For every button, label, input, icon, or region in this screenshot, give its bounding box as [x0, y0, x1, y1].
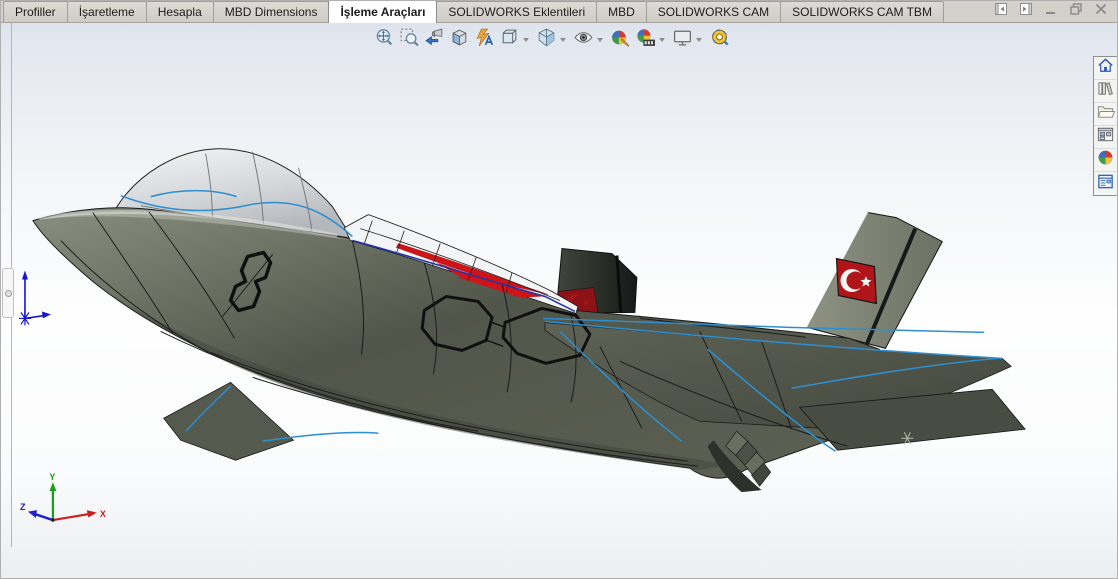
command-tabs: Profiller İşaretleme Hesapla MBD Dimensions… [1, 1, 944, 23]
dynamic-annotation-views-icon [474, 27, 495, 53]
tab-solidworks-cam-tbm[interactable]: SOLIDWORKS CAM TBM [780, 1, 944, 22]
solidworks-resources-tab[interactable] [1094, 57, 1116, 80]
display-style-dropdown-arrow-icon[interactable] [560, 37, 566, 42]
file-explorer-tab[interactable] [1094, 103, 1116, 126]
design-library-icon [1096, 79, 1115, 103]
graphics-area[interactable]: Y X Z [1, 1, 1117, 578]
view-palette-tab[interactable] [1094, 126, 1116, 149]
tab-profiller[interactable]: Profiller [3, 1, 68, 22]
restore-icon [1069, 2, 1083, 21]
panel-collapse-grabber[interactable] [2, 268, 14, 318]
tab-isleme-araclar[interactable]: İşleme Araçları [328, 1, 438, 23]
tab-mbd-dimensions[interactable]: MBD Dimensions [212, 1, 330, 22]
measure-icon [709, 27, 730, 53]
jet-model[interactable] [32, 148, 1026, 493]
hide-show-items-icon [573, 27, 594, 53]
view-settings-dropdown-arrow-icon[interactable] [696, 37, 702, 42]
hide-show-items-dropdown-arrow-icon[interactable] [597, 37, 603, 42]
apply-scene-button[interactable] [633, 26, 658, 53]
tab-solidworks-cam[interactable]: SOLIDWORKS CAM [645, 1, 782, 22]
view-orientation-dropdown-arrow-icon[interactable] [523, 37, 529, 42]
tab-isaretleme[interactable]: İşaretleme [66, 1, 147, 22]
close-icon [1094, 2, 1108, 21]
heads-up-view-toolbar [372, 26, 732, 53]
axis-label-z: Z [20, 502, 26, 512]
appearances-scenes-icon [1096, 148, 1115, 172]
zoom-to-area-button[interactable] [397, 26, 422, 53]
turkish-flag-decal [835, 257, 878, 305]
view-settings-icon [672, 27, 693, 53]
zoom-to-fit-icon [374, 27, 395, 53]
view-orientation-button[interactable] [497, 26, 522, 53]
dynamic-annotation-views-button[interactable] [472, 26, 497, 53]
axis-label-x: X [100, 509, 106, 519]
zoom-to-area-icon [399, 27, 420, 53]
next-pane-button[interactable] [1018, 2, 1034, 21]
edit-appearance-icon [610, 27, 631, 53]
tab-solidworks-eklentileri[interactable]: SOLIDWORKS Eklentileri [436, 1, 598, 22]
task-pane-strip [1093, 56, 1117, 196]
hide-show-items-button[interactable] [571, 26, 596, 53]
previous-view-button[interactable] [422, 26, 447, 53]
design-library-tab[interactable] [1094, 80, 1116, 103]
tab-hesapla[interactable]: Hesapla [145, 1, 214, 22]
tab-mbd[interactable]: MBD [596, 1, 647, 22]
section-view-button[interactable] [447, 26, 472, 53]
minimize-button[interactable] [1043, 4, 1059, 19]
axis-label-y: Y [49, 472, 55, 482]
custom-properties-icon [1096, 172, 1115, 196]
graphics-3d-view[interactable]: Y X Z [1, 1, 1117, 579]
zoom-to-fit-button[interactable] [372, 26, 397, 53]
measure-button[interactable] [707, 26, 732, 53]
minimize-icon [1044, 2, 1058, 21]
display-style-icon [536, 27, 557, 53]
display-style-button[interactable] [534, 26, 559, 53]
apply-scene-icon [635, 27, 656, 53]
close-button[interactable] [1093, 2, 1109, 21]
previous-pane-button[interactable] [993, 2, 1009, 21]
part-origin-symbol [18, 270, 51, 326]
solidworks-window: Y X Z Profiller İşaretleme Hesapla MBD Dime… [0, 0, 1118, 579]
section-view-icon [449, 27, 470, 53]
edit-appearance-button[interactable] [608, 26, 633, 53]
reference-triad: Y X Z [20, 472, 106, 522]
custom-properties-tab[interactable] [1094, 172, 1116, 195]
view-settings-button[interactable] [670, 26, 695, 53]
command-manager-tabbar: Profiller İşaretleme Hesapla MBD Dimensions… [1, 1, 1117, 23]
solidworks-resources-icon [1096, 56, 1115, 80]
window-controls [993, 2, 1117, 22]
view-palette-icon [1096, 125, 1115, 149]
next-pane-icon [1019, 2, 1033, 21]
view-orientation-icon [499, 27, 520, 53]
previous-view-icon [424, 27, 445, 53]
appearances-scenes-tab[interactable] [1094, 149, 1116, 172]
restore-button[interactable] [1068, 2, 1084, 21]
apply-scene-dropdown-arrow-icon[interactable] [659, 37, 665, 42]
previous-pane-icon [994, 2, 1008, 21]
file-explorer-icon [1096, 102, 1115, 126]
grabber-dot-icon [4, 289, 12, 297]
